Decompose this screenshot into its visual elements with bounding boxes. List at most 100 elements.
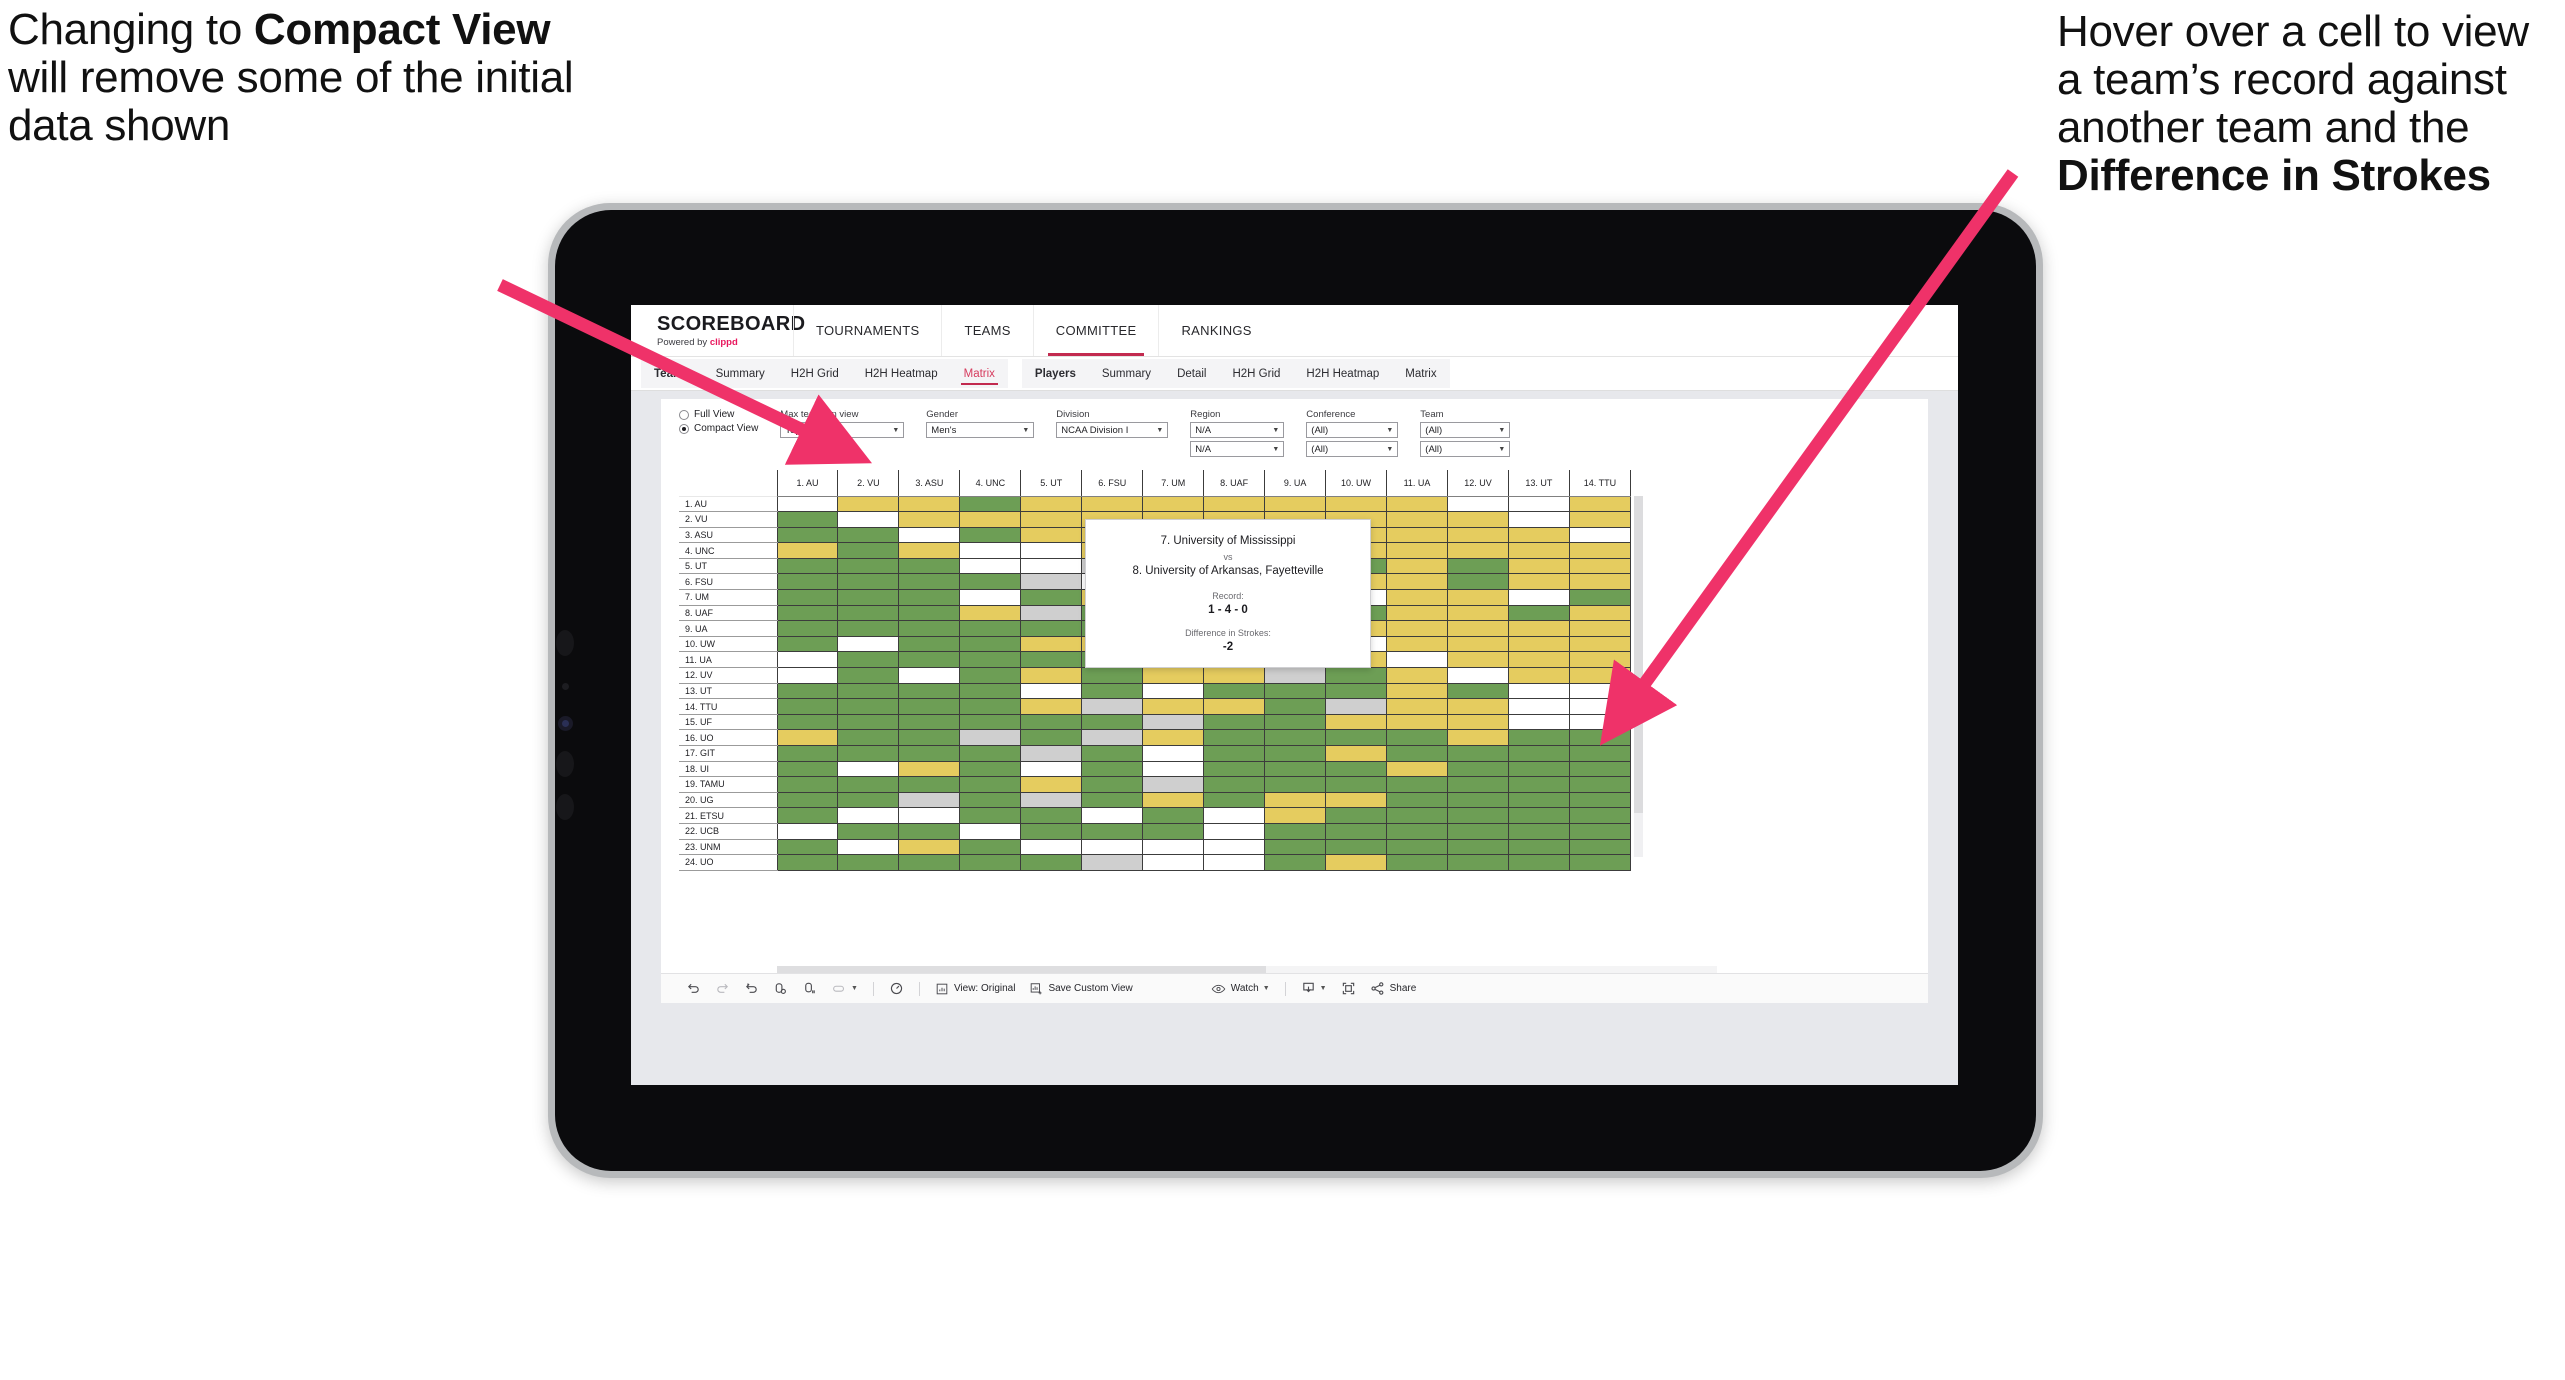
matrix-cell-r21-c2[interactable] [837, 807, 900, 824]
save-custom-view-button[interactable]: Save Custom View [1022, 974, 1139, 1004]
matrix-cell-r16-c11[interactable] [1386, 729, 1448, 746]
matrix-cell-r17-c3[interactable] [898, 745, 961, 762]
matrix-cell-r1-c14[interactable] [1568, 495, 1632, 513]
matrix-row-header-18[interactable]: 18. UI [679, 760, 777, 778]
matrix-col-header-1[interactable]: 1. AU [776, 470, 839, 497]
matrix-row-header-12[interactable]: 12. UV [679, 667, 777, 684]
matrix-cell-r22-c1[interactable] [776, 822, 839, 840]
matrix-row-header-21[interactable]: 21. ETSU [679, 807, 777, 824]
matrix-cell-r2-c14[interactable] [1568, 511, 1632, 528]
matrix-cell-r15-c9[interactable] [1264, 713, 1327, 731]
matrix-cell-r18-c14[interactable] [1568, 760, 1632, 778]
watch-button[interactable]: Watch ▼ [1204, 974, 1277, 1004]
matrix-cell-r16-c14[interactable] [1568, 729, 1632, 746]
matrix-cell-r1-c6[interactable] [1081, 495, 1144, 513]
matrix-cell-r23-c4[interactable] [959, 838, 1022, 856]
matrix-cell-r12-c11[interactable] [1386, 667, 1448, 684]
matrix-cell-r12-c13[interactable] [1507, 667, 1570, 684]
matrix-cell-r16-c13[interactable] [1507, 729, 1570, 746]
matrix-cell-r12-c3[interactable] [898, 667, 961, 684]
matrix-cell-r17-c4[interactable] [959, 745, 1022, 762]
max-teams-dropdown[interactable]: Top 50 ▼ [780, 422, 905, 438]
subnav-item-teams-h2h-grid[interactable]: H2H Grid [778, 359, 852, 388]
matrix-row-header-2[interactable]: 2. VU [679, 511, 777, 528]
matrix-cell-r23-c10[interactable] [1325, 838, 1388, 856]
matrix-cell-r11-c5[interactable] [1020, 651, 1083, 669]
matrix-cell-r21-c10[interactable] [1325, 807, 1388, 824]
matrix-vertical-scroll-thumb[interactable] [1634, 496, 1643, 814]
matrix-cell-r16-c1[interactable] [776, 729, 839, 746]
matrix-cell-r9-c14[interactable] [1568, 620, 1632, 637]
matrix-cell-r15-c14[interactable] [1568, 713, 1632, 731]
matrix-cell-r14-c13[interactable] [1507, 698, 1570, 715]
matrix-cell-r10-c4[interactable] [959, 635, 1022, 653]
matrix-cell-r23-c5[interactable] [1020, 838, 1083, 856]
subnav-item-players-h2h-heatmap[interactable]: H2H Heatmap [1293, 359, 1392, 388]
matrix-cell-r15-c6[interactable] [1081, 713, 1144, 731]
matrix-cell-r13-c5[interactable] [1020, 682, 1083, 700]
matrix-cell-r11-c4[interactable] [959, 651, 1022, 669]
matrix-col-header-2[interactable]: 2. VU [837, 470, 900, 497]
matrix-cell-r23-c13[interactable] [1507, 838, 1570, 856]
matrix-cell-r24-c8[interactable] [1203, 854, 1266, 871]
matrix-cell-r19-c1[interactable] [776, 776, 839, 793]
matrix-cell-r1-c2[interactable] [837, 495, 900, 513]
matrix-cell-r7-c13[interactable] [1507, 589, 1570, 606]
region-dropdown-1[interactable]: N/A ▼ [1190, 422, 1285, 438]
matrix-row-header-1[interactable]: 1. AU [679, 495, 777, 513]
matrix-cell-r14-c10[interactable] [1325, 698, 1388, 715]
matrix-cell-r18-c4[interactable] [959, 760, 1022, 778]
matrix-cell-r3-c14[interactable] [1568, 526, 1632, 544]
matrix-cell-r5-c12[interactable] [1446, 557, 1509, 575]
matrix-cell-r19-c3[interactable] [898, 776, 961, 793]
matrix-cell-r15-c7[interactable] [1142, 713, 1205, 731]
matrix-cell-r2-c12[interactable] [1446, 511, 1509, 528]
matrix-cell-r9-c3[interactable] [898, 620, 961, 637]
matrix-cell-r20-c7[interactable] [1142, 791, 1205, 809]
matrix-row-header-23[interactable]: 23. UNM [679, 838, 777, 856]
matrix-cell-r24-c10[interactable] [1325, 854, 1388, 871]
matrix-cell-r13-c11[interactable] [1386, 682, 1448, 700]
matrix-cell-r1-c3[interactable] [898, 495, 961, 513]
matrix-col-header-3[interactable]: 3. ASU [898, 470, 961, 497]
subnav-item-players-h2h-grid[interactable]: H2H Grid [1219, 359, 1293, 388]
matrix-cell-r19-c7[interactable] [1142, 776, 1205, 793]
matrix-cell-r20-c11[interactable] [1386, 791, 1448, 809]
matrix-cell-r2-c2[interactable] [837, 511, 900, 528]
matrix-cell-r23-c2[interactable] [837, 838, 900, 856]
matrix-cell-r18-c3[interactable] [898, 760, 961, 778]
matrix-cell-r12-c4[interactable] [959, 667, 1022, 684]
matrix-row-header-9[interactable]: 9. UA [679, 620, 777, 637]
matrix-cell-r11-c3[interactable] [898, 651, 961, 669]
matrix-cell-r15-c4[interactable] [959, 713, 1022, 731]
matrix-cell-r3-c5[interactable] [1020, 526, 1083, 544]
nav-tab-tournaments[interactable]: TOURNAMENTS [793, 305, 941, 356]
nav-tab-committee[interactable]: COMMITTEE [1032, 305, 1159, 356]
matrix-cell-r10-c12[interactable] [1446, 635, 1509, 653]
matrix-cell-r13-c9[interactable] [1264, 682, 1327, 700]
matrix-cell-r13-c8[interactable] [1203, 682, 1266, 700]
matrix-cell-r13-c7[interactable] [1142, 682, 1205, 700]
matrix-cell-r1-c8[interactable] [1203, 495, 1266, 513]
matrix-cell-r16-c10[interactable] [1325, 729, 1388, 746]
matrix-cell-r4-c4[interactable] [959, 542, 1022, 559]
matrix-cell-r23-c14[interactable] [1568, 838, 1632, 856]
matrix-cell-r4-c3[interactable] [898, 542, 961, 559]
matrix-cell-r16-c6[interactable] [1081, 729, 1144, 746]
matrix-cell-r15-c13[interactable] [1507, 713, 1570, 731]
matrix-col-header-9[interactable]: 9. UA [1264, 470, 1327, 497]
matrix-cell-r21-c13[interactable] [1507, 807, 1570, 824]
matrix-cell-r22-c5[interactable] [1020, 822, 1083, 840]
matrix-cell-r8-c14[interactable] [1568, 604, 1632, 622]
matrix-cell-r12-c7[interactable] [1142, 667, 1205, 684]
matrix-cell-r18-c12[interactable] [1446, 760, 1509, 778]
matrix-cell-r3-c3[interactable] [898, 526, 961, 544]
conference-dropdown-2[interactable]: (All) ▼ [1306, 441, 1399, 457]
matrix-cell-r14-c7[interactable] [1142, 698, 1205, 715]
matrix-cell-r7-c4[interactable] [959, 589, 1022, 606]
matrix-cell-r10-c2[interactable] [837, 635, 900, 653]
matrix-cell-r24-c14[interactable] [1568, 854, 1632, 871]
matrix-cell-r4-c1[interactable] [776, 542, 839, 559]
download-button[interactable]: ▼ [1294, 974, 1334, 1004]
matrix-row-header-15[interactable]: 15. UF [679, 713, 777, 731]
